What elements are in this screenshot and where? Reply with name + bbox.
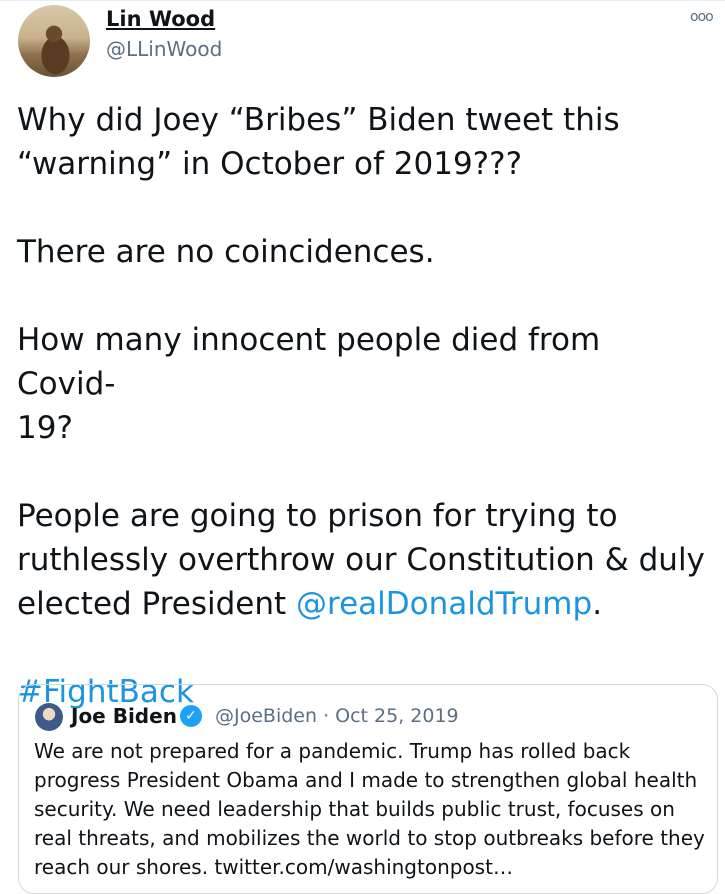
verified-badge-icon: ✓ — [180, 705, 202, 727]
quoted-tweet-text: We are not prepared for a pandemic. Trum… — [34, 739, 705, 879]
mention-link[interactable]: @realDonaldTrump — [296, 586, 592, 622]
quoted-author-avatar — [35, 703, 63, 731]
tweet-text-part-1: Why did Joey “Bribes” Biden tweet this “… — [17, 102, 705, 622]
quoted-author-name: Joe Biden — [71, 704, 177, 728]
author-name[interactable]: Lin Wood — [106, 7, 215, 31]
author-avatar[interactable] — [18, 5, 90, 77]
quoted-tweet[interactable]: Joe Biden ✓ @JoeBiden · Oct 25, 2019 We … — [18, 684, 718, 894]
quoted-tweet-meta: @JoeBiden · Oct 25, 2019 — [215, 705, 459, 727]
author-handle[interactable]: @LLinWood — [106, 37, 222, 61]
tweet-text-part-2: . — [592, 586, 603, 622]
tweet-text: Why did Joey “Bribes” Biden tweet this “… — [17, 98, 707, 714]
more-options-icon[interactable]: ooo — [690, 9, 714, 25]
tweet-card: Lin Wood @LLinWood ooo Why did Joey “Bri… — [0, 0, 725, 894]
